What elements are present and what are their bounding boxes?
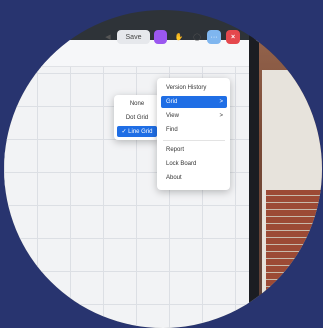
background-brick: [266, 190, 322, 300]
menu-item-label: Find: [166, 127, 178, 133]
menu-item-view[interactable]: View >: [161, 110, 227, 122]
grid-submenu: None Dot Grid ✓ Line Grid: [114, 95, 160, 140]
menu-item-find[interactable]: Find: [161, 124, 227, 136]
menu-item-lock-board[interactable]: Lock Board: [161, 158, 227, 170]
photo-frame: ◀ Save ✋ ◯ ··· × None Dot Grid ✓ Line Gr…: [4, 10, 322, 328]
hand-icon[interactable]: ✋: [172, 30, 186, 44]
speaker-icon[interactable]: ◀: [102, 30, 114, 44]
menu-item-label: Grid: [166, 99, 178, 105]
tablet-bezel: [249, 30, 259, 328]
menu-item-about[interactable]: About: [161, 172, 227, 184]
menu-item-grid[interactable]: Grid >: [161, 96, 227, 108]
menu-separator: [163, 140, 225, 141]
chat-icon[interactable]: ◯: [190, 30, 204, 44]
chevron-right-icon: >: [219, 99, 223, 105]
menu-item-label: Version History: [166, 85, 207, 91]
menu-item-label: View: [166, 113, 179, 119]
menu-item-version-history[interactable]: Version History: [161, 82, 227, 94]
app-icon[interactable]: [154, 30, 167, 44]
grid-option-none[interactable]: None: [117, 98, 157, 109]
chevron-right-icon: >: [219, 113, 223, 119]
save-button[interactable]: Save: [117, 30, 150, 44]
grid-option-dot[interactable]: Dot Grid: [117, 112, 157, 123]
main-menu: Version History Grid > View > Find Report …: [157, 78, 230, 190]
menu-item-label: Report: [166, 147, 185, 153]
menu-item-report[interactable]: Report: [161, 144, 227, 156]
top-toolbar: [4, 40, 259, 67]
menu-item-label: About: [166, 175, 182, 181]
close-icon[interactable]: ×: [226, 30, 240, 44]
grid-option-line[interactable]: ✓ Line Grid: [117, 126, 157, 137]
menu-item-label: Lock Board: [166, 161, 197, 167]
more-icon[interactable]: ···: [207, 30, 221, 44]
